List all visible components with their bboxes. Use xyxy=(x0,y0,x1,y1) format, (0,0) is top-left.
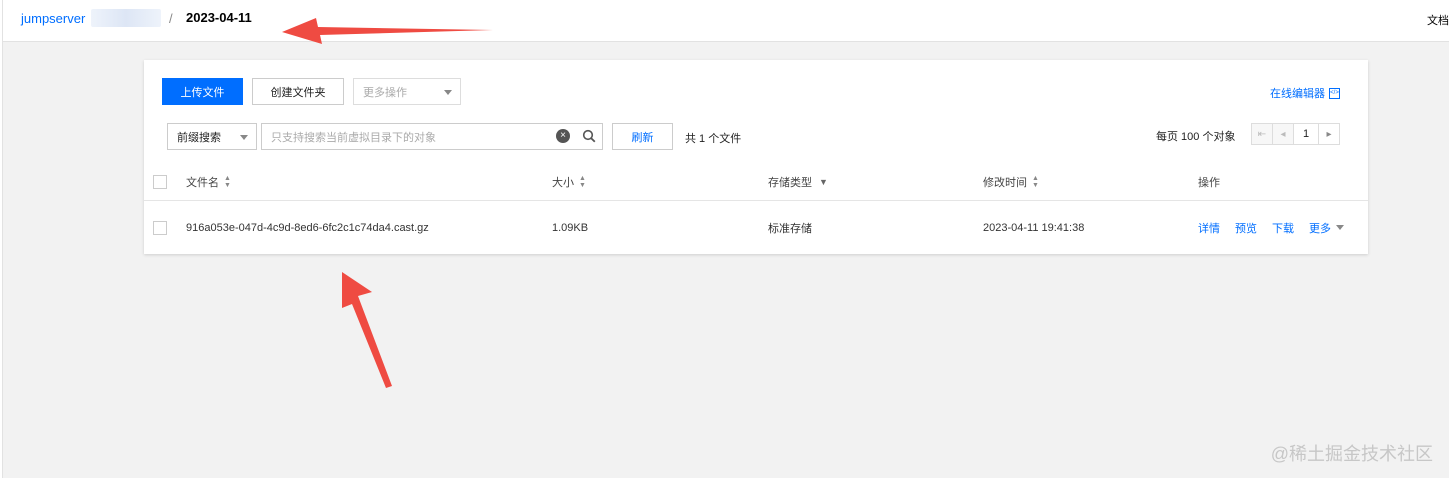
column-header-storage-label: 存储类型 xyxy=(768,177,812,189)
clear-icon[interactable]: × xyxy=(556,129,570,143)
column-header-modified-label: 修改时间 xyxy=(983,177,1027,189)
refresh-button[interactable]: 刷新 xyxy=(612,123,673,150)
more-link[interactable]: 更多 xyxy=(1309,220,1331,236)
search-input[interactable]: 只支持搜索当前虚拟目录下的对象 xyxy=(261,123,603,150)
column-header-name-label: 文件名 xyxy=(186,177,219,189)
docs-link[interactable]: 文档 xyxy=(1427,12,1449,28)
per-page-label[interactable]: 每页 100 个对象 xyxy=(1156,128,1235,144)
file-name-link[interactable]: 916a053e-047d-4c9d-8ed6-6fc2c1c74da4.cas… xyxy=(186,201,429,254)
chevron-down-icon xyxy=(240,135,248,140)
search-mode-label: 前缀搜索 xyxy=(177,131,221,144)
code-editor-icon: </> xyxy=(1329,87,1340,99)
breadcrumb-blurred-segment xyxy=(91,9,161,27)
annotation-arrow-bottom xyxy=(342,272,392,388)
pagination: ⇤ ◂ 1 ▸ xyxy=(1251,123,1340,145)
row-checkbox[interactable] xyxy=(153,221,167,235)
current-page[interactable]: 1 xyxy=(1293,123,1319,145)
create-folder-button[interactable]: 创建文件夹 xyxy=(252,78,344,105)
online-editor-link[interactable]: 在线编辑器 </> xyxy=(1270,85,1340,101)
column-header-name[interactable]: 文件名 ▲ ▼ xyxy=(186,164,231,200)
breadcrumb-separator: / xyxy=(169,11,173,26)
column-header-actions: 操作 xyxy=(1198,164,1220,200)
more-actions-select[interactable]: 更多操作 xyxy=(353,78,461,105)
breadcrumb-current: 2023-04-11 xyxy=(186,10,252,25)
top-bar: jumpserver / 2023-04-11 文档 xyxy=(3,0,1449,42)
online-editor-label: 在线编辑器 xyxy=(1270,88,1325,100)
breadcrumb-root-link[interactable]: jumpserver xyxy=(21,11,85,26)
file-list-panel: 上传文件 创建文件夹 更多操作 在线编辑器 </> 前缀搜索 只支持搜索当前虚拟… xyxy=(144,60,1368,254)
first-page-icon[interactable]: ⇤ xyxy=(1251,123,1273,145)
column-header-actions-label: 操作 xyxy=(1198,177,1220,189)
upload-button[interactable]: 上传文件 xyxy=(162,78,243,105)
table-header: 文件名 ▲ ▼ 大小 ▲ ▼ 存储类型 ▼ 修改时间 ▲ ▼ 操作 xyxy=(144,164,1368,201)
chevron-down-icon[interactable] xyxy=(1336,225,1344,230)
modified-time: 2023-04-11 19:41:38 xyxy=(983,221,1085,234)
column-header-modified[interactable]: 修改时间 ▲ ▼ xyxy=(983,164,1039,200)
select-all-checkbox[interactable] xyxy=(153,175,167,189)
table-row: 916a053e-047d-4c9d-8ed6-6fc2c1c74da4.cas… xyxy=(144,201,1368,254)
file-size: 1.09KB xyxy=(552,221,589,234)
column-header-storage[interactable]: 存储类型 ▼ xyxy=(768,164,828,200)
details-link[interactable]: 详情 xyxy=(1198,220,1220,236)
sort-icon: ▲ ▼ xyxy=(1032,175,1039,189)
row-actions: 详情 预览 下载 更多 xyxy=(1198,201,1344,254)
sort-icon: ▲ ▼ xyxy=(224,175,231,189)
prev-page-icon[interactable]: ◂ xyxy=(1272,123,1294,145)
search-icon[interactable] xyxy=(582,129,596,143)
preview-link[interactable]: 预览 xyxy=(1235,220,1257,236)
filter-icon[interactable]: ▼ xyxy=(819,177,828,187)
next-page-icon[interactable]: ▸ xyxy=(1318,123,1340,145)
more-actions-label: 更多操作 xyxy=(363,86,407,99)
download-link[interactable]: 下载 xyxy=(1272,220,1294,236)
sort-icon: ▲ ▼ xyxy=(579,175,586,189)
search-mode-select[interactable]: 前缀搜索 xyxy=(167,123,257,150)
chevron-down-icon xyxy=(444,90,452,95)
watermark: @稀土掘金技术社区 xyxy=(1270,444,1433,464)
search-placeholder: 只支持搜索当前虚拟目录下的对象 xyxy=(271,131,436,144)
file-count: 共 1 个文件 xyxy=(685,133,742,145)
column-header-size[interactable]: 大小 ▲ ▼ xyxy=(552,164,586,200)
left-edge xyxy=(0,0,3,478)
column-header-size-label: 大小 xyxy=(552,177,574,189)
storage-type: 标准存储 xyxy=(768,222,812,235)
